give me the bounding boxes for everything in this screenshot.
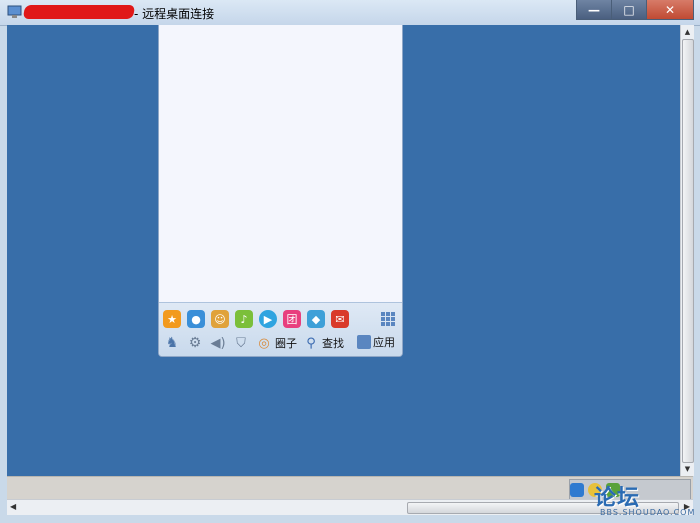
qq-tray-icon[interactable]	[570, 483, 584, 497]
qq-bottom-toolbar: ★ ● ☺ ♪ ▶ 团 ◆ ✉ ♞ ⚙ ◀) ⛉ ◎ 圈子 ⚲ 查找 应用	[159, 302, 402, 356]
redacted-host-name	[22, 5, 136, 19]
qq-main-panel: ★ ● ☺ ♪ ▶ 团 ◆ ✉ ♞ ⚙ ◀) ⛉ ◎ 圈子 ⚲ 查找 应用	[158, 25, 403, 357]
qq-pet-icon[interactable]: ☺	[211, 310, 229, 328]
vertical-scrollbar[interactable]: ▲ ▼	[680, 25, 694, 476]
remote-desktop-window: - 远程桌面连接 — □ ✕ ★ ● ☺ ♪ ▶ 团 ◆ ✉ ♞ ⚙ ◀) ⛉ …	[0, 0, 700, 523]
qq-video-icon[interactable]: ▶	[259, 310, 277, 328]
security-shield-icon[interactable]: ⛉	[232, 334, 250, 352]
search-label: 查找	[322, 337, 344, 350]
window-controls: — □ ✕	[576, 0, 694, 20]
maximize-button[interactable]: □	[612, 0, 646, 20]
qq-mail-icon[interactable]: ✉	[331, 310, 349, 328]
toolbar-row-main: ♞ ⚙ ◀) ⛉ ◎ 圈子 ⚲ 查找	[163, 334, 344, 352]
remote-desktop-icon	[7, 5, 22, 18]
qq-friends-icon[interactable]: ●	[187, 310, 205, 328]
scroll-up-icon[interactable]: ▲	[683, 27, 692, 37]
close-button[interactable]: ✕	[646, 0, 694, 20]
apps-icon	[357, 335, 371, 349]
minimize-button[interactable]: —	[576, 0, 612, 20]
scroll-left-icon[interactable]: ◀	[10, 502, 16, 511]
forum-watermark: 论坛 BBS.SHOUDAO.COM	[594, 480, 694, 520]
horizontal-scrollbar[interactable]: ◀ ▶	[7, 499, 693, 515]
watermark-subtext: BBS.SHOUDAO.COM	[600, 508, 696, 517]
settings-gear-icon[interactable]: ⚙	[186, 334, 204, 352]
volume-icon[interactable]: ◀)	[209, 334, 227, 352]
remote-taskbar	[7, 476, 693, 501]
window-title: - 远程桌面连接	[134, 7, 215, 21]
qq-music-icon[interactable]: ♪	[235, 310, 253, 328]
qq-guard-icon[interactable]: ◆	[307, 310, 325, 328]
title-bar[interactable]: - 远程桌面连接 — □ ✕	[0, 0, 700, 26]
toolbar-row-apps: ★ ● ☺ ♪ ▶ 团 ◆ ✉	[163, 310, 349, 328]
search-button[interactable]: ⚲ 查找	[302, 334, 344, 352]
qq-penguin-menu-icon[interactable]: ♞	[163, 334, 181, 352]
circle-icon: ◎	[258, 335, 270, 351]
apps-button[interactable]: 应用	[357, 334, 395, 350]
circle-button[interactable]: ◎ 圈子	[255, 334, 297, 352]
circle-label: 圈子	[275, 337, 297, 350]
apps-label: 应用	[373, 336, 395, 349]
more-apps-grid-icon[interactable]	[381, 312, 395, 326]
search-icon: ⚲	[306, 335, 316, 351]
qzone-icon[interactable]: ★	[163, 310, 181, 328]
scroll-down-icon[interactable]: ▼	[683, 464, 692, 474]
tuan-icon[interactable]: 团	[283, 310, 301, 328]
vertical-scroll-thumb[interactable]	[682, 39, 694, 463]
